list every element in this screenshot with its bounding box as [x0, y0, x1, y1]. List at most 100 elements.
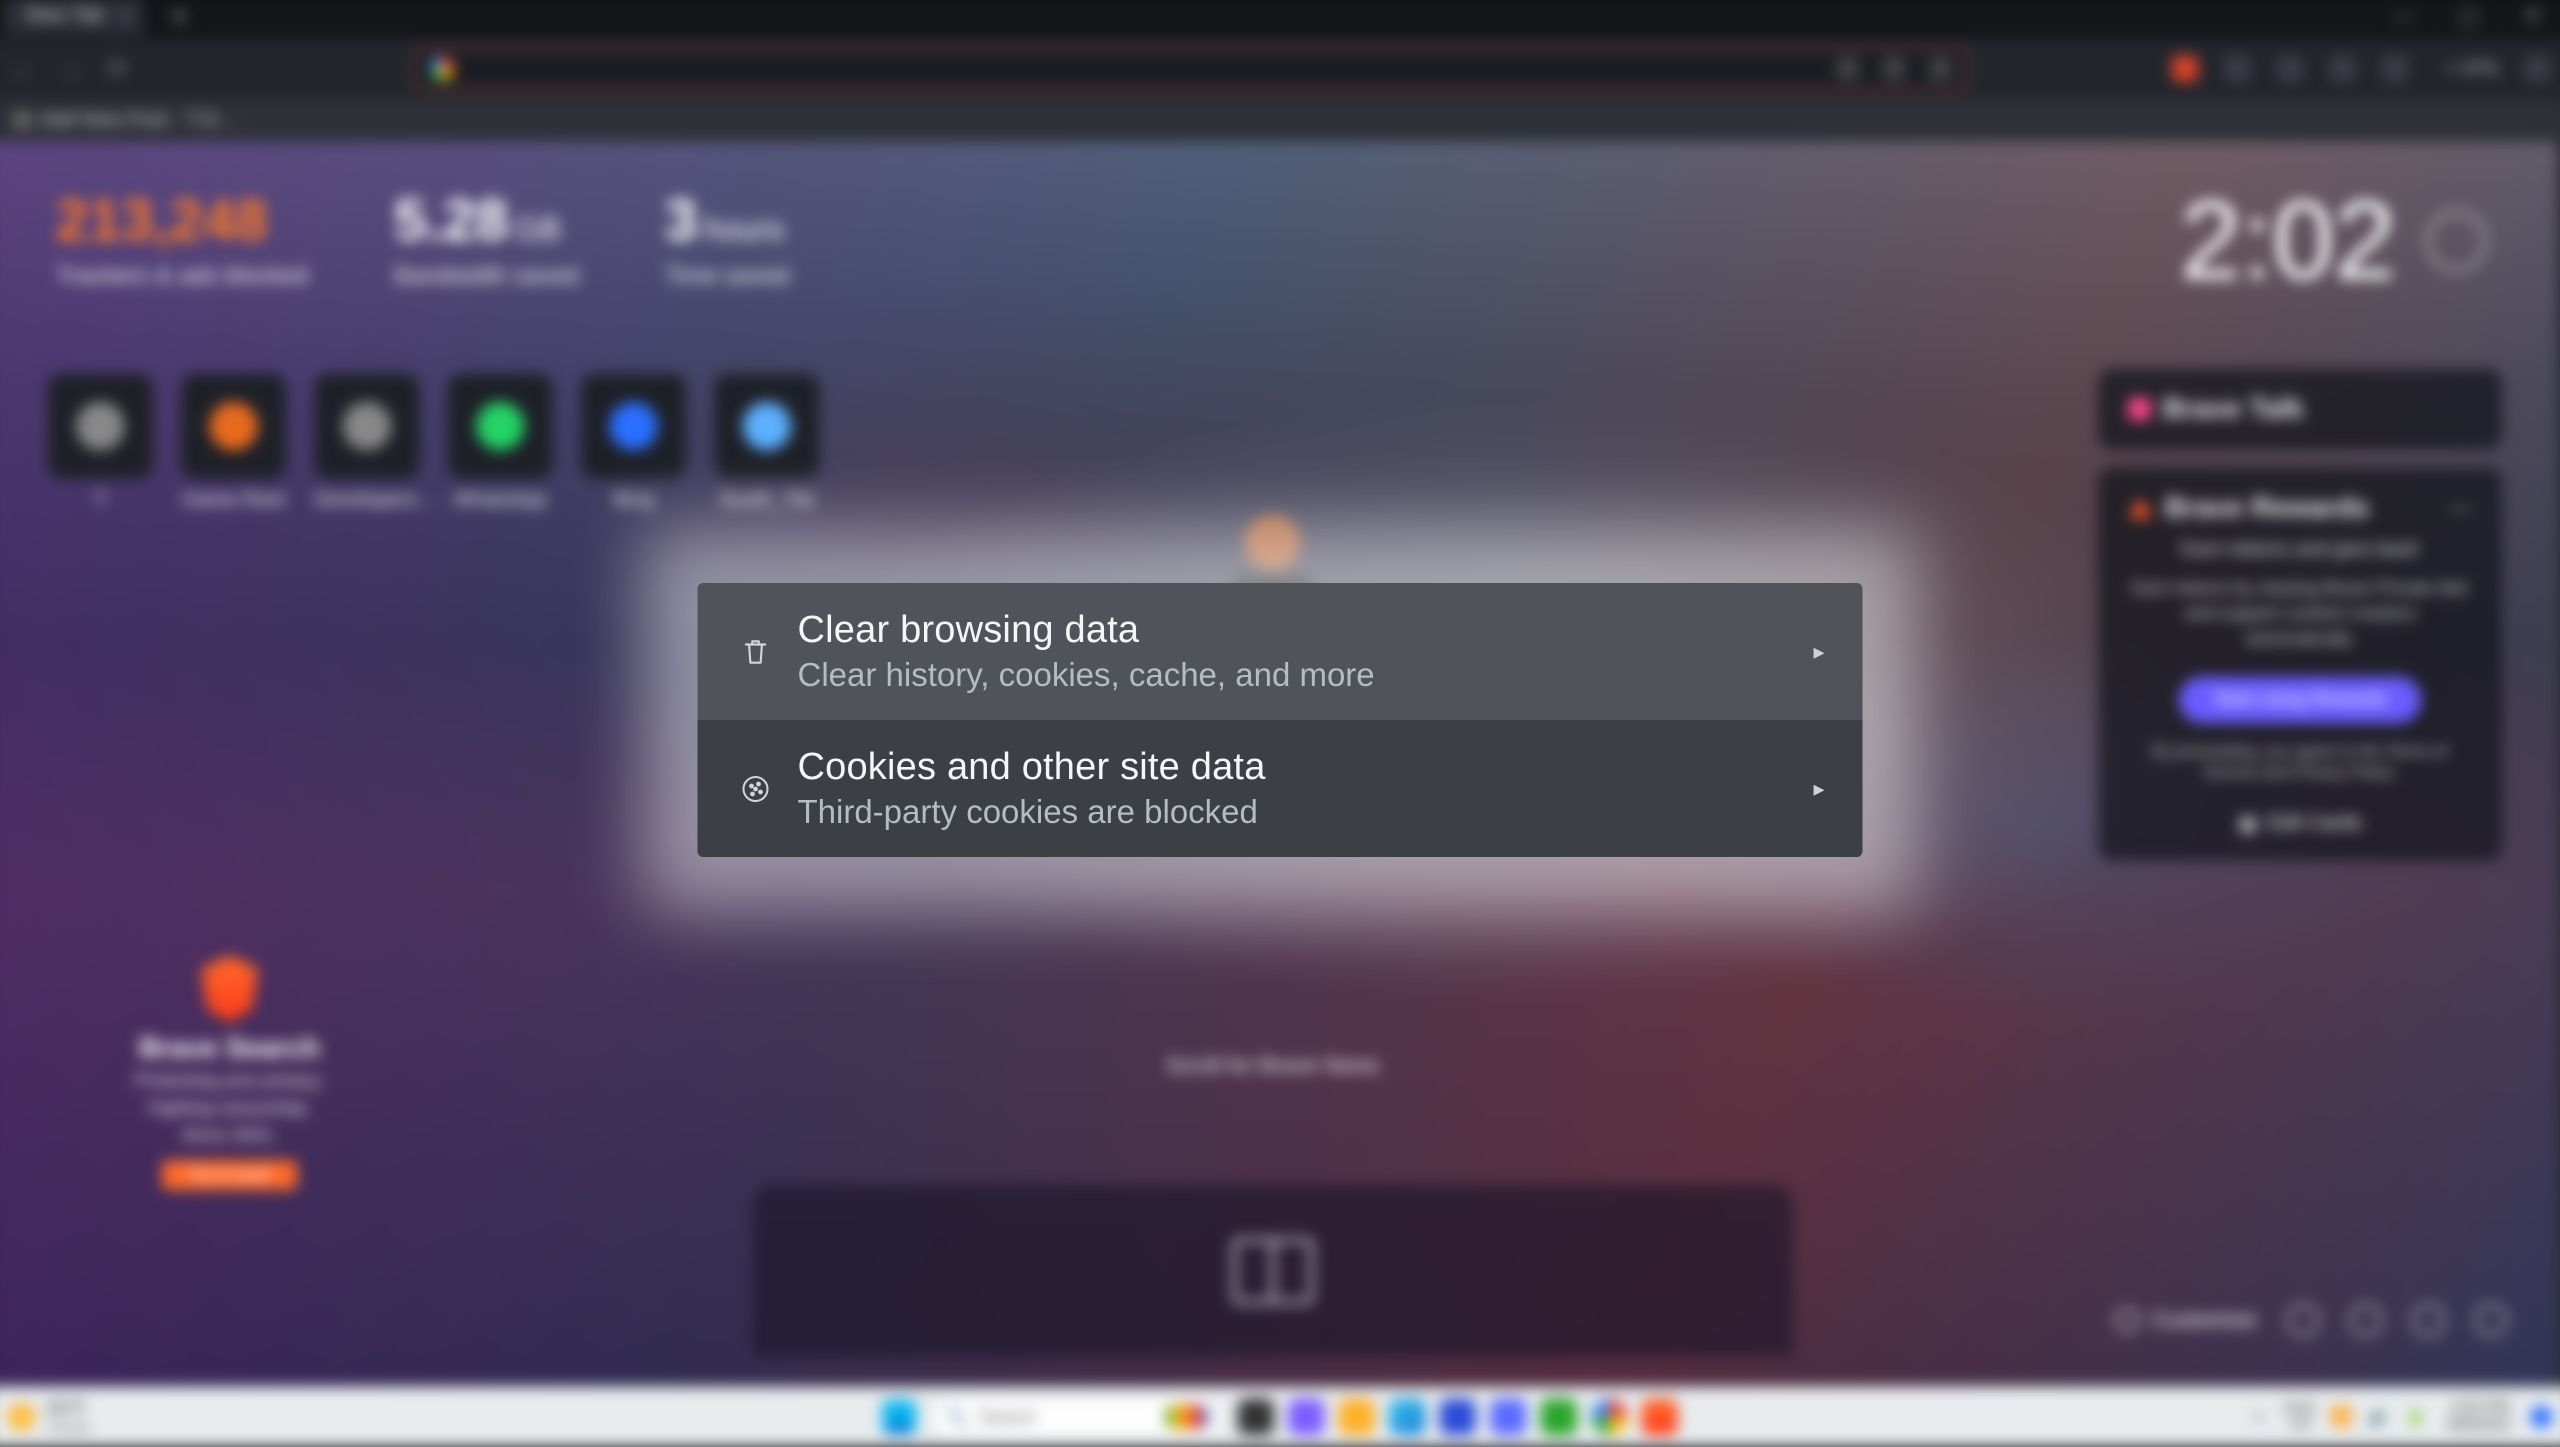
promo-line: Fighting censorship. [88, 1098, 371, 1119]
quick-icon[interactable] [2350, 1304, 2382, 1336]
top-site[interactable]: Bing [581, 374, 686, 512]
top-site[interactable]: South_Tile [714, 374, 819, 512]
start-rewards-button[interactable]: Start using Rewards [2179, 676, 2421, 722]
tray-chevron-icon[interactable]: ˄ [2253, 1406, 2264, 1427]
wifi-icon[interactable]: 📶 [2331, 1406, 2354, 1427]
browser-menu-button[interactable] [2524, 55, 2550, 81]
brave-rewards-title: Brave Rewards [2165, 492, 2369, 524]
tab-title: New Tab [26, 4, 104, 26]
taskbar-app-brave[interactable] [1642, 1399, 1678, 1435]
talk-icon [2128, 398, 2150, 420]
taskbar-app-chrome[interactable] [1591, 1399, 1627, 1435]
book-icon [1232, 1238, 1313, 1304]
top-site[interactable]: Game Rant [181, 374, 286, 512]
stat-bandwidth-label: Bandwidth saved [394, 262, 579, 290]
stat-time-value: 3 [665, 188, 698, 254]
window-close-button[interactable]: ✕ [2524, 2, 2543, 28]
brave-rewards-subtitle: Earn tokens and give back [2128, 538, 2471, 561]
windows-taskbar: 83°F Sunny 🔍 Search ˄ E [0, 1387, 2560, 1447]
close-tab-icon[interactable]: ✕ [119, 6, 133, 26]
address-bar[interactable] [413, 46, 1968, 90]
tray-region: US [2284, 1417, 2317, 1434]
taskbar-search[interactable]: 🔍 Search [931, 1398, 1224, 1436]
brave-search-promo: Brave Search Protecting your privacy. Fi… [88, 955, 371, 1189]
clear-browsing-data-title: Clear browsing data [798, 609, 1794, 652]
taskbar-time: 2:02 PM [2447, 1398, 2510, 1417]
wallet-icon[interactable] [2225, 55, 2251, 81]
gear-icon [2115, 1308, 2139, 1332]
volume-icon[interactable]: 🔊 [2368, 1406, 2391, 1427]
window-minimize-button[interactable]: — [2392, 2, 2414, 28]
brave-news-panel[interactable] [752, 1185, 1792, 1357]
customize-label: Customize [2152, 1307, 2257, 1333]
quick-icon[interactable] [2475, 1304, 2507, 1336]
bookmark-item[interactable]: Add New Post · T-D… [13, 108, 238, 131]
window-maximize-button[interactable]: ▢ [2458, 2, 2479, 28]
reload-button[interactable]: ⟳ [106, 53, 128, 84]
taskbar-app[interactable] [1339, 1399, 1375, 1435]
voice-search-icon[interactable] [1164, 1405, 1210, 1429]
stat-bandwidth: 5.28GB Bandwidth saved [394, 187, 579, 291]
stat-time: 3hours Time saved [665, 187, 789, 291]
top-site[interactable]: T [48, 374, 153, 512]
weather-icon [7, 1403, 35, 1431]
edit-cards-button[interactable]: ▦ Edit Cards [2128, 811, 2471, 836]
back-button[interactable]: ← [9, 53, 35, 84]
cookie-icon [736, 774, 776, 804]
battery-icon[interactable]: 🔋 [2404, 1406, 2427, 1427]
start-button[interactable] [882, 1400, 916, 1434]
taskbar-app[interactable] [1389, 1399, 1425, 1435]
browser-tab-active[interactable]: New Tab ✕ [3, 0, 144, 35]
customize-button[interactable]: Customize [2115, 1307, 2256, 1333]
ntp-quick-actions: Customize [2115, 1304, 2507, 1336]
tray-lang[interactable]: ENG [2284, 1400, 2317, 1417]
new-tab-button[interactable]: ＋ [166, 0, 192, 34]
forward-button[interactable]: → [58, 53, 84, 84]
extension-icon[interactable] [2172, 55, 2198, 81]
bookmark-favicon [13, 111, 31, 129]
top-site-label: South_Tile [714, 489, 819, 512]
weather-desc: Sunny [48, 1419, 91, 1436]
brave-talk-card[interactable]: Brave Talk [2098, 369, 2502, 450]
browser-toolbar: ← → ⟳ + VPN [0, 38, 2560, 99]
cookies-settings-title: Cookies and other site data [798, 746, 1794, 789]
taskbar-app[interactable] [1541, 1399, 1577, 1435]
brave-rewards-fineprint: By proceeding, you agree to the Terms of… [2128, 741, 2471, 785]
taskbar-date: 6/8/2023 [2447, 1417, 2510, 1436]
cookies-settings-subtitle: Third-party cookies are blocked [798, 793, 1794, 831]
quick-icon[interactable] [2412, 1304, 2444, 1336]
edit-cards-label: Edit Cards [2268, 812, 2362, 835]
rewards-icon[interactable] [1930, 57, 1952, 79]
taskbar-weather[interactable]: 83°F Sunny [7, 1398, 90, 1436]
bookmark-icon[interactable] [1837, 57, 1859, 79]
shields-icon[interactable] [1883, 57, 1905, 79]
vpn-button[interactable]: + VPN [2445, 58, 2498, 79]
cookies-settings-row[interactable]: Cookies and other site data Third-party … [698, 720, 1863, 857]
taskbar-app[interactable] [1490, 1399, 1526, 1435]
notifications-icon[interactable] [2530, 1406, 2552, 1428]
taskbar-app[interactable] [1288, 1399, 1324, 1435]
stat-bandwidth-value: 5.28 [394, 188, 508, 254]
clock-badge-icon[interactable] [2426, 210, 2487, 271]
right-widgets: Brave Talk Brave Rewards — Earn tokens an… [2098, 369, 2502, 861]
top-site[interactable]: WhatsApp [448, 374, 553, 512]
stat-trackers: 213,248 Trackers & ads blocked [56, 187, 308, 291]
sidebar-icon[interactable] [2330, 55, 2356, 81]
try-brave-search-button[interactable]: Try it now! [162, 1160, 298, 1189]
stat-bandwidth-unit: GB [514, 211, 561, 247]
taskbar-app[interactable] [1440, 1399, 1476, 1435]
quick-icon[interactable] [2287, 1304, 2319, 1336]
taskbar-tray: ˄ ENG US 📶 🔊 🔋 2:02 PM 6/8/2023 [2253, 1398, 2553, 1435]
chevron-right-icon: ▸ [1813, 776, 1824, 802]
extensions-icon[interactable] [2277, 55, 2303, 81]
window-titlebar: New Tab ✕ ＋ — ▢ ✕ [0, 0, 2560, 38]
taskbar-app[interactable] [1238, 1399, 1274, 1435]
top-site-label: WhatsApp [448, 489, 553, 512]
clear-browsing-data-row[interactable]: Clear browsing data Clear history, cooki… [698, 583, 1863, 720]
brave-rewards-card: Brave Rewards — Earn tokens and give back… [2098, 467, 2502, 860]
top-site[interactable]: Developers… [314, 374, 419, 512]
edit-icon: ▦ [2238, 811, 2257, 836]
hide-card-button[interactable]: — [2450, 495, 2472, 521]
reader-icon[interactable] [2382, 55, 2408, 81]
taskbar-datetime[interactable]: 2:02 PM 6/8/2023 [2447, 1398, 2510, 1435]
